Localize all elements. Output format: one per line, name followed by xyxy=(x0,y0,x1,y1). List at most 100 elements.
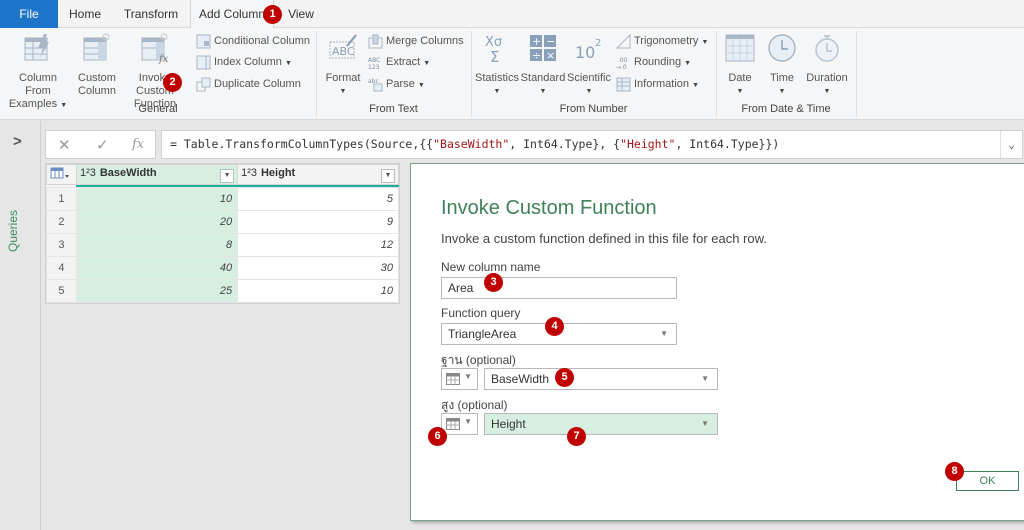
row-number[interactable]: 3 xyxy=(46,233,77,257)
trigonometry-icon xyxy=(616,33,631,49)
new-column-name-input[interactable]: Area xyxy=(441,277,677,299)
formula-text: = Table.TransformColumnTypes(Source,{{ xyxy=(170,137,434,151)
time-button[interactable]: Time ▼ xyxy=(764,32,800,98)
scientific-icon: 10 2 xyxy=(575,38,601,62)
standard-button[interactable]: + − ÷ × Standard ▼ xyxy=(520,32,566,98)
statistics-label: Statistics xyxy=(474,72,519,84)
whole-number-type-icon[interactable]: 1²3 xyxy=(241,167,257,179)
step-badge: 6 xyxy=(428,427,447,446)
cell-basewidth[interactable]: 40 xyxy=(75,256,239,280)
row-number[interactable]: 2 xyxy=(46,210,77,234)
cell-height[interactable]: 30 xyxy=(237,256,399,280)
information-button[interactable]: Information ▼ xyxy=(616,75,699,93)
table-row[interactable]: 1 10 5 xyxy=(46,187,399,211)
trigonometry-button[interactable]: Trigonometry ▼ xyxy=(616,32,708,50)
dialog-description: Invoke a custom function defined in this… xyxy=(441,231,767,246)
dropdown-caret-icon: ▼ xyxy=(423,60,431,67)
duplicate-column-label: Duplicate Column xyxy=(214,78,301,90)
dialog-title: Invoke Custom Function xyxy=(441,197,657,219)
rounding-button[interactable]: .00 →.0 Rounding ▼ xyxy=(616,53,691,71)
table-row[interactable]: 2 20 9 xyxy=(46,210,399,234)
param2-value-select[interactable]: Height ▼ xyxy=(484,413,718,435)
cell-height[interactable]: 9 xyxy=(237,210,399,234)
dropdown-caret-icon: ▼ xyxy=(284,60,292,67)
table-row[interactable]: 3 8 12 xyxy=(46,233,399,257)
formula-text: , Int64.Type}}) xyxy=(675,137,780,151)
table-menu-button[interactable] xyxy=(46,164,77,185)
svg-text:ABC: ABC xyxy=(368,57,380,64)
custom-column-icon xyxy=(83,33,110,61)
expand-chevron-icon[interactable]: > xyxy=(13,133,22,150)
merge-columns-icon xyxy=(368,34,383,49)
svg-text:2: 2 xyxy=(595,38,601,49)
table-row[interactable]: 5 25 10 xyxy=(46,279,399,303)
group-label-from-number: From Number xyxy=(559,103,628,115)
step-badge: 5 xyxy=(555,368,574,387)
dropdown-caret-icon: ▼ xyxy=(493,88,501,95)
parse-icon: abc xyxy=(368,78,383,92)
dropdown-caret-icon: ▼ xyxy=(823,88,831,95)
queries-pane: > Queries xyxy=(0,121,41,530)
step-badge: 1 xyxy=(263,5,282,24)
statistics-button[interactable]: Xσ Σ Statistics ▼ xyxy=(474,32,520,98)
svg-text:+: + xyxy=(532,35,541,48)
param1-type-select[interactable]: ▼ xyxy=(441,368,478,390)
cell-height[interactable]: 5 xyxy=(237,187,399,211)
column-filter-dropdown[interactable]: ▼ xyxy=(381,168,395,183)
cell-basewidth[interactable]: 20 xyxy=(75,210,239,234)
column-from-examples-label-1: Column From xyxy=(19,72,57,97)
expand-formula-chevron-icon[interactable]: ⌄ xyxy=(1000,131,1022,158)
invoke-custom-function-button[interactable]: fx Invoke Custom Function xyxy=(119,32,191,111)
invoke-custom-function-icon: fx xyxy=(141,33,169,65)
merge-columns-button[interactable]: Merge Columns xyxy=(368,32,464,50)
cell-basewidth[interactable]: 8 xyxy=(75,233,239,257)
ok-button[interactable]: OK xyxy=(956,471,1019,491)
cell-basewidth[interactable]: 10 xyxy=(75,187,239,211)
merge-columns-label: Merge Columns xyxy=(386,35,464,47)
whole-number-type-icon[interactable]: 1²3 xyxy=(80,167,96,179)
column-header-height[interactable]: 1²3 Height ▼ xyxy=(237,164,399,185)
formula-controls: ✕ ✓ fx xyxy=(45,130,156,159)
custom-column-label-1: Custom xyxy=(78,72,116,84)
column-header-basewidth[interactable]: 1²3 BaseWidth ▼ xyxy=(75,164,239,185)
tab-add-column[interactable]: Add Column xyxy=(190,0,274,29)
index-column-button[interactable]: Index Column ▼ xyxy=(196,53,292,71)
cell-height[interactable]: 12 xyxy=(237,233,399,257)
group-label-from-text: From Text xyxy=(369,103,418,115)
table-row[interactable]: 4 40 30 xyxy=(46,256,399,280)
tab-home[interactable]: Home xyxy=(58,0,112,28)
extract-button[interactable]: ABC 123 Extract ▼ xyxy=(368,53,430,71)
fx-icon[interactable]: fx xyxy=(132,137,144,152)
tab-file[interactable]: File xyxy=(0,0,58,28)
step-badge: 3 xyxy=(484,273,503,292)
tab-view[interactable]: View xyxy=(278,0,324,28)
conditional-column-button[interactable]: Conditional Column xyxy=(196,32,310,50)
formula-bar-input[interactable]: = Table.TransformColumnTypes(Source,{{"B… xyxy=(161,130,1023,159)
column-filter-dropdown[interactable]: ▼ xyxy=(220,168,235,183)
param2-type-select[interactable]: ▼ xyxy=(441,413,478,435)
format-button[interactable]: ABC Format ▼ xyxy=(322,32,364,98)
cell-basewidth[interactable]: 25 xyxy=(75,279,239,303)
scientific-button[interactable]: 10 2 Scientific ▼ xyxy=(566,32,612,98)
queries-pane-label[interactable]: Queries xyxy=(6,201,36,261)
row-number[interactable]: 5 xyxy=(46,279,77,303)
date-button[interactable]: Date ▼ xyxy=(722,32,758,98)
date-icon xyxy=(725,34,755,62)
custom-column-button[interactable]: Custom Column xyxy=(76,32,118,98)
duplicate-column-button[interactable]: Duplicate Column xyxy=(196,75,301,93)
tab-transform[interactable]: Transform xyxy=(112,0,190,28)
column-from-examples-button[interactable]: Column From Examples ▼ xyxy=(5,32,71,112)
row-number[interactable]: 4 xyxy=(46,256,77,280)
format-label: Format xyxy=(325,72,361,84)
parse-label: Parse xyxy=(386,78,415,90)
cell-height[interactable]: 10 xyxy=(237,279,399,303)
dropdown-caret-icon: ▼ xyxy=(692,82,700,89)
parse-button[interactable]: abc Parse ▼ xyxy=(368,75,425,93)
param1-value-select[interactable]: BaseWidth ▼ xyxy=(484,368,718,390)
formula-string: "Height" xyxy=(620,137,676,151)
duration-button[interactable]: Duration ▼ xyxy=(804,32,850,98)
commit-formula-icon[interactable]: ✓ xyxy=(96,136,109,154)
extract-label: Extract xyxy=(386,56,421,68)
cancel-formula-icon[interactable]: ✕ xyxy=(58,136,71,154)
row-number[interactable]: 1 xyxy=(46,187,77,211)
